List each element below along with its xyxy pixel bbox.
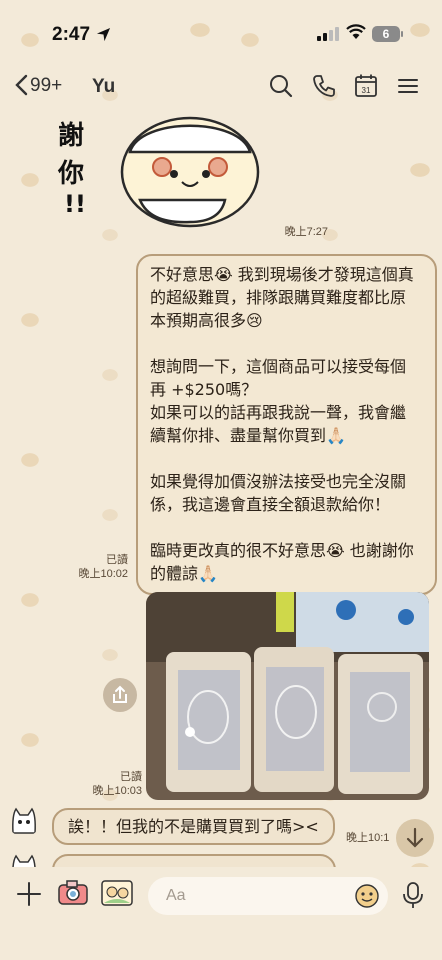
scroll-down-button[interactable] bbox=[396, 819, 434, 857]
search-icon[interactable] bbox=[268, 73, 296, 101]
share-icon bbox=[113, 685, 127, 703]
svg-text:!!: !! bbox=[64, 190, 86, 218]
message-time: 晚上10:02 bbox=[78, 568, 128, 580]
svg-text:你: 你 bbox=[57, 159, 84, 189]
message-bubble-outgoing[interactable]: 不好意思😭 我到現場後才發現這個真的超級難買，排隊跟購買難度都比原本預期高很多😢… bbox=[136, 254, 437, 595]
read-status-group: 已讀 晚上10:02 bbox=[70, 553, 128, 581]
arrow-down-icon bbox=[406, 827, 424, 848]
read-receipt: 已讀 bbox=[120, 771, 142, 783]
photo-icon[interactable] bbox=[100, 879, 134, 911]
avatar[interactable] bbox=[8, 805, 40, 837]
chat-title: Yu bbox=[92, 76, 116, 97]
message-time: 晚上10:03 bbox=[92, 785, 142, 797]
message-time: 晚上7:27 bbox=[284, 226, 328, 238]
location-arrow-icon bbox=[96, 27, 111, 46]
sticker-message[interactable]: 謝 你 !! bbox=[50, 112, 270, 230]
chat-header: 99+ Yu 31 bbox=[0, 60, 442, 112]
back-button[interactable]: 99+ bbox=[14, 74, 62, 98]
share-button[interactable] bbox=[103, 678, 137, 712]
message-input[interactable] bbox=[164, 886, 348, 906]
avatar[interactable] bbox=[8, 852, 40, 867]
message-list[interactable]: 謝 你 !! 晚上7:27 不好意思😭 我到現場後才發現這個真的超級難買，排隊跟… bbox=[0, 112, 442, 867]
photo-message[interactable] bbox=[146, 592, 429, 800]
unread-count: 99+ bbox=[30, 75, 63, 96]
wifi-icon bbox=[346, 24, 366, 44]
message-input-bar bbox=[0, 867, 442, 960]
camera-icon[interactable] bbox=[57, 879, 89, 911]
message-time: 晚上10:1 bbox=[346, 832, 390, 844]
status-time: 2:47 bbox=[52, 24, 91, 45]
battery-icon: 6 bbox=[372, 26, 403, 42]
read-receipt: 已讀 bbox=[106, 554, 128, 566]
phone-icon[interactable] bbox=[311, 73, 339, 101]
plus-icon[interactable] bbox=[16, 881, 42, 911]
signal-icon bbox=[317, 27, 339, 41]
svg-text:31: 31 bbox=[362, 86, 371, 95]
svg-text:謝: 謝 bbox=[58, 120, 84, 151]
status-bar: 2:47 6 bbox=[0, 0, 442, 60]
read-status-group: 已讀 晚上10:03 bbox=[80, 770, 142, 798]
chevron-left-icon bbox=[14, 74, 28, 98]
calendar-icon[interactable]: 31 bbox=[353, 73, 381, 101]
emoji-icon[interactable] bbox=[354, 883, 380, 913]
menu-icon[interactable] bbox=[396, 73, 424, 101]
message-bubble-incoming[interactable] bbox=[52, 854, 336, 867]
microphone-icon[interactable] bbox=[402, 881, 424, 913]
message-bubble-incoming[interactable]: 誒！！但我的不是購買買到了嗎>< bbox=[52, 808, 335, 845]
message-input-container[interactable] bbox=[148, 877, 388, 915]
